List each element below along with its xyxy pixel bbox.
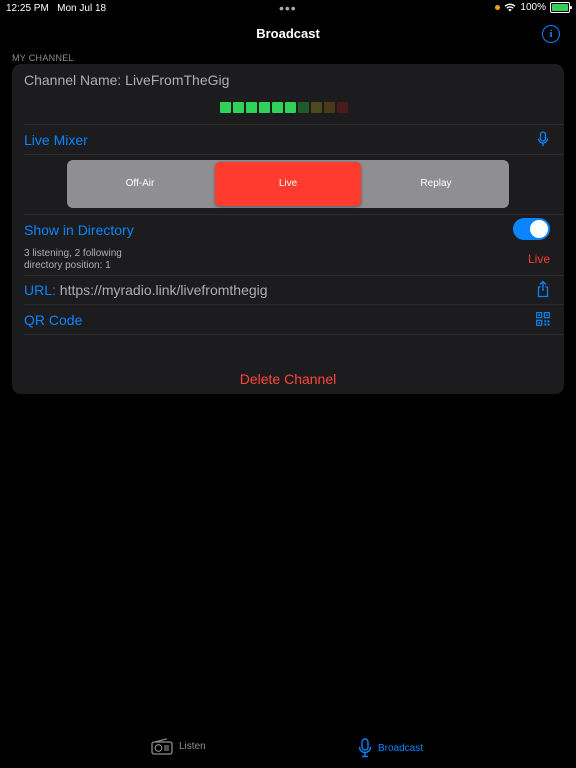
tab-broadcast-label: Broadcast (378, 742, 424, 754)
level-meter (220, 102, 348, 113)
channel-card: Channel Name: LiveFromTheGig Live Mixer … (12, 64, 564, 394)
directory-stats: 3 listening, 2 following directory posit… (24, 248, 576, 272)
url-label: URL: (24, 282, 56, 298)
meter-segment (298, 102, 309, 113)
meter-segment (272, 102, 283, 113)
status-right: 100% (495, 2, 572, 13)
divider (24, 154, 564, 155)
meter-segment (220, 102, 231, 113)
privacy-dot-icon (495, 5, 501, 10)
tab-listen[interactable]: Listen (151, 738, 206, 755)
meter-segment (324, 102, 335, 113)
segment-off-air[interactable]: Off-Air (67, 162, 213, 206)
show-in-directory-toggle[interactable] (513, 218, 550, 240)
tab-listen-label: Listen (179, 741, 206, 752)
meter-segment (285, 102, 296, 113)
directory-position: directory position: 1 (24, 260, 111, 271)
divider (24, 214, 564, 215)
microphone-icon (358, 738, 372, 758)
meter-segment (246, 102, 257, 113)
toggle-knob (530, 220, 548, 238)
share-icon[interactable] (536, 280, 550, 298)
divider (24, 275, 564, 276)
divider (24, 124, 564, 125)
meter-segment (337, 102, 348, 113)
qr-code-icon[interactable] (536, 312, 550, 326)
live-status-badge: Live (527, 252, 550, 266)
qr-code-link[interactable]: QR Code (24, 312, 576, 328)
microphone-icon[interactable] (536, 131, 550, 147)
battery-percent: 100% (520, 2, 546, 13)
meter-segment (259, 102, 270, 113)
time-text: 12:25 PM (6, 3, 49, 14)
status-bar: 12:25 PM Mon Jul 18 ••• 100% (0, 0, 576, 16)
status-time: 12:25 PM Mon Jul 18 (6, 3, 106, 14)
segment-live[interactable]: Live (215, 162, 361, 206)
wifi-icon (504, 3, 516, 12)
channel-name[interactable]: Channel Name: LiveFromTheGig (24, 72, 576, 88)
url-row[interactable]: URL: https://myradio.link/livefromthegig (24, 282, 576, 298)
date-text: Mon Jul 18 (57, 3, 107, 14)
delete-channel-button[interactable]: Delete Channel (12, 371, 564, 387)
info-icon[interactable]: i (542, 25, 560, 43)
battery-charging-icon (550, 2, 572, 13)
url-value: https://myradio.link/livefromthegig (59, 282, 268, 298)
listener-stats: 3 listening, 2 following (24, 248, 122, 259)
divider (24, 334, 564, 335)
segment-replay[interactable]: Replay (363, 162, 509, 206)
show-in-directory-label: Show in Directory (24, 222, 134, 238)
radio-icon (151, 738, 173, 755)
meter-segment (233, 102, 244, 113)
divider (24, 304, 564, 305)
multitasking-dots-icon[interactable]: ••• (279, 0, 297, 16)
live-mixer-link[interactable]: Live Mixer (24, 132, 576, 148)
broadcast-mode-segmented-control: Off-Air Live Replay (67, 160, 509, 208)
meter-segment (311, 102, 322, 113)
tab-broadcast[interactable]: Broadcast (358, 738, 423, 758)
section-header: MY CHANNEL (12, 53, 74, 63)
page-title: Broadcast (256, 26, 320, 41)
